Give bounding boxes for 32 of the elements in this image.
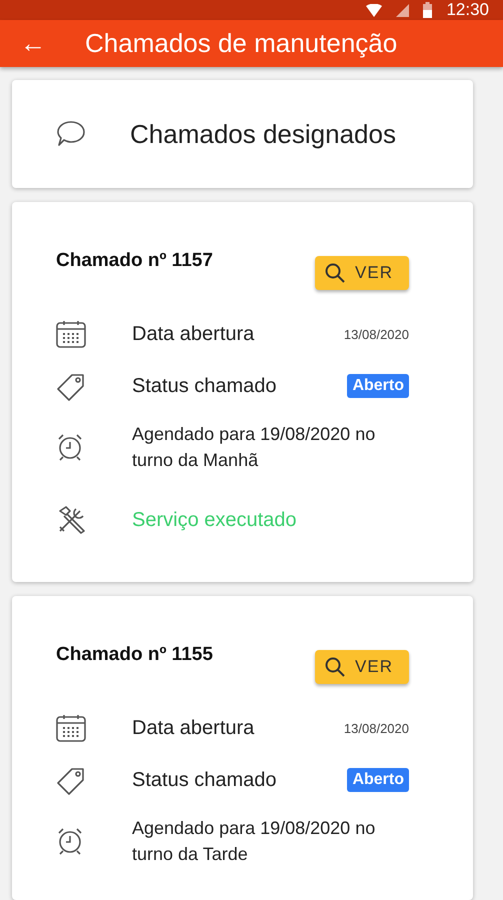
alarm-clock-icon	[56, 433, 84, 461]
chat-icon	[56, 120, 86, 148]
row-label: Status chamado	[132, 374, 278, 398]
row-label: Data abertura	[132, 322, 256, 346]
status-badge: Aberto	[347, 768, 409, 792]
row-label: Data abertura	[132, 716, 256, 740]
battery-icon	[423, 2, 432, 18]
header-title: Chamados designados	[130, 118, 396, 150]
service-status: Serviço executado	[132, 508, 298, 532]
tools-icon	[56, 505, 88, 535]
status-time: 12:30	[446, 0, 489, 20]
view-button[interactable]: VER	[315, 256, 409, 290]
row-label: Status chamado	[132, 768, 278, 792]
signal-icon	[396, 4, 410, 16]
date-value: 13/08/2020	[344, 720, 409, 736]
wifi-icon	[366, 4, 382, 16]
search-icon	[325, 657, 346, 677]
ticket-title: Chamado nº 1155	[56, 644, 213, 666]
status-badge: Aberto	[347, 374, 409, 398]
search-icon	[325, 263, 346, 283]
back-button[interactable]: ←	[20, 28, 46, 59]
tag-icon	[56, 371, 86, 401]
ticket-title: Chamado nº 1157	[56, 250, 213, 272]
calendar-icon	[56, 320, 86, 348]
view-button[interactable]: VER	[315, 650, 409, 684]
alarm-clock-icon	[56, 827, 84, 855]
app-bar-title: Chamados de manutenção	[85, 28, 398, 59]
schedule-text: Agendado para 19/08/2020 no turno da Manhã	[132, 422, 376, 472]
calendar-icon	[56, 714, 86, 742]
schedule-text: Agendado para 19/08/2020 no turno da Tarde	[132, 816, 376, 866]
tag-icon	[56, 765, 86, 795]
date-value: 13/08/2020	[344, 326, 409, 342]
